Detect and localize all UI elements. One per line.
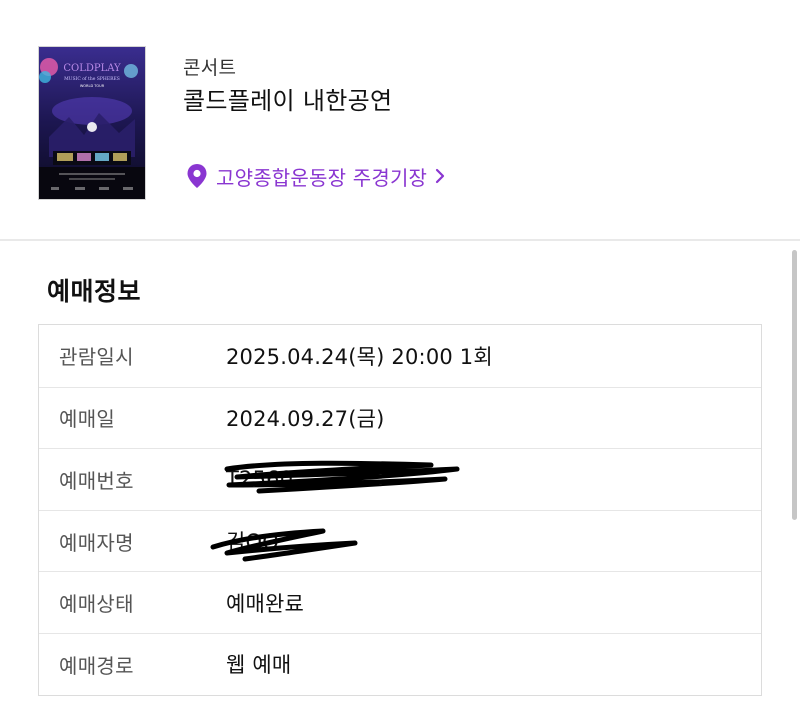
row-value-booking-status: 예매완료 (226, 591, 305, 616)
booking-detail-page: COLDPLAY MUSIC of the SPHERES WORLD TOUR (0, 0, 800, 712)
scrollbar-thumb[interactable] (792, 250, 797, 520)
event-poster[interactable]: COLDPLAY MUSIC of the SPHERES WORLD TOUR (38, 46, 146, 200)
reservation-info-table: 관람일시 2025.04.24(목) 20:00 1회 예매일 2024.09.… (38, 324, 762, 696)
venue-link[interactable]: 고양종합운동장 주경기장 (186, 160, 447, 192)
table-row: 예매자명 김OO (39, 509, 761, 572)
row-label-booking-number: 예매번호 (59, 468, 134, 493)
event-summary: COLDPLAY MUSIC of the SPHERES WORLD TOUR (0, 0, 800, 240)
row-label-booking-status: 예매상태 (59, 592, 134, 617)
vertical-scrollbar[interactable] (791, 0, 797, 712)
section-divider (0, 239, 800, 241)
row-label-viewing-date: 관람일시 (59, 345, 134, 370)
row-label-booking-channel: 예매경로 (59, 653, 134, 678)
poster-subtitle-text: WORLD TOUR (80, 84, 105, 88)
location-pin-icon (187, 164, 207, 188)
row-label-booker-name: 예매자명 (59, 530, 134, 555)
chevron-right-icon (436, 168, 445, 184)
table-row: 예매상태 예매완료 (39, 571, 761, 633)
row-value-viewing-date: 2025.04.24(목) 20:00 1회 (226, 344, 493, 369)
poster-artwork: COLDPLAY MUSIC of the SPHERES WORLD TOUR (39, 47, 145, 199)
reservation-section-title: 예매정보 (47, 277, 142, 306)
event-category: 콘서트 (183, 57, 237, 79)
venue-name: 고양종합운동장 주경기장 (216, 165, 428, 190)
table-row: 예매경로 웹 예매 (39, 632, 761, 695)
row-value-booking-date: 2024.09.27(금) (226, 406, 385, 431)
event-title: 콜드플레이 내한공연 (183, 87, 393, 115)
poster-band-text: COLDPLAY (63, 63, 121, 74)
row-label-booking-date: 예매일 (59, 407, 116, 432)
table-row: 예매일 2024.09.27(금) (39, 386, 761, 449)
table-row: 관람일시 2025.04.24(목) 20:00 1회 (39, 325, 761, 387)
row-value-booking-number: T2560 (226, 467, 294, 492)
table-row: 예매번호 T2560 (39, 448, 761, 510)
row-value-booking-channel: 웹 예매 (226, 653, 292, 678)
row-value-booker-name: 김OO (226, 530, 279, 555)
poster-tour-text: MUSIC of the SPHERES (64, 76, 120, 82)
